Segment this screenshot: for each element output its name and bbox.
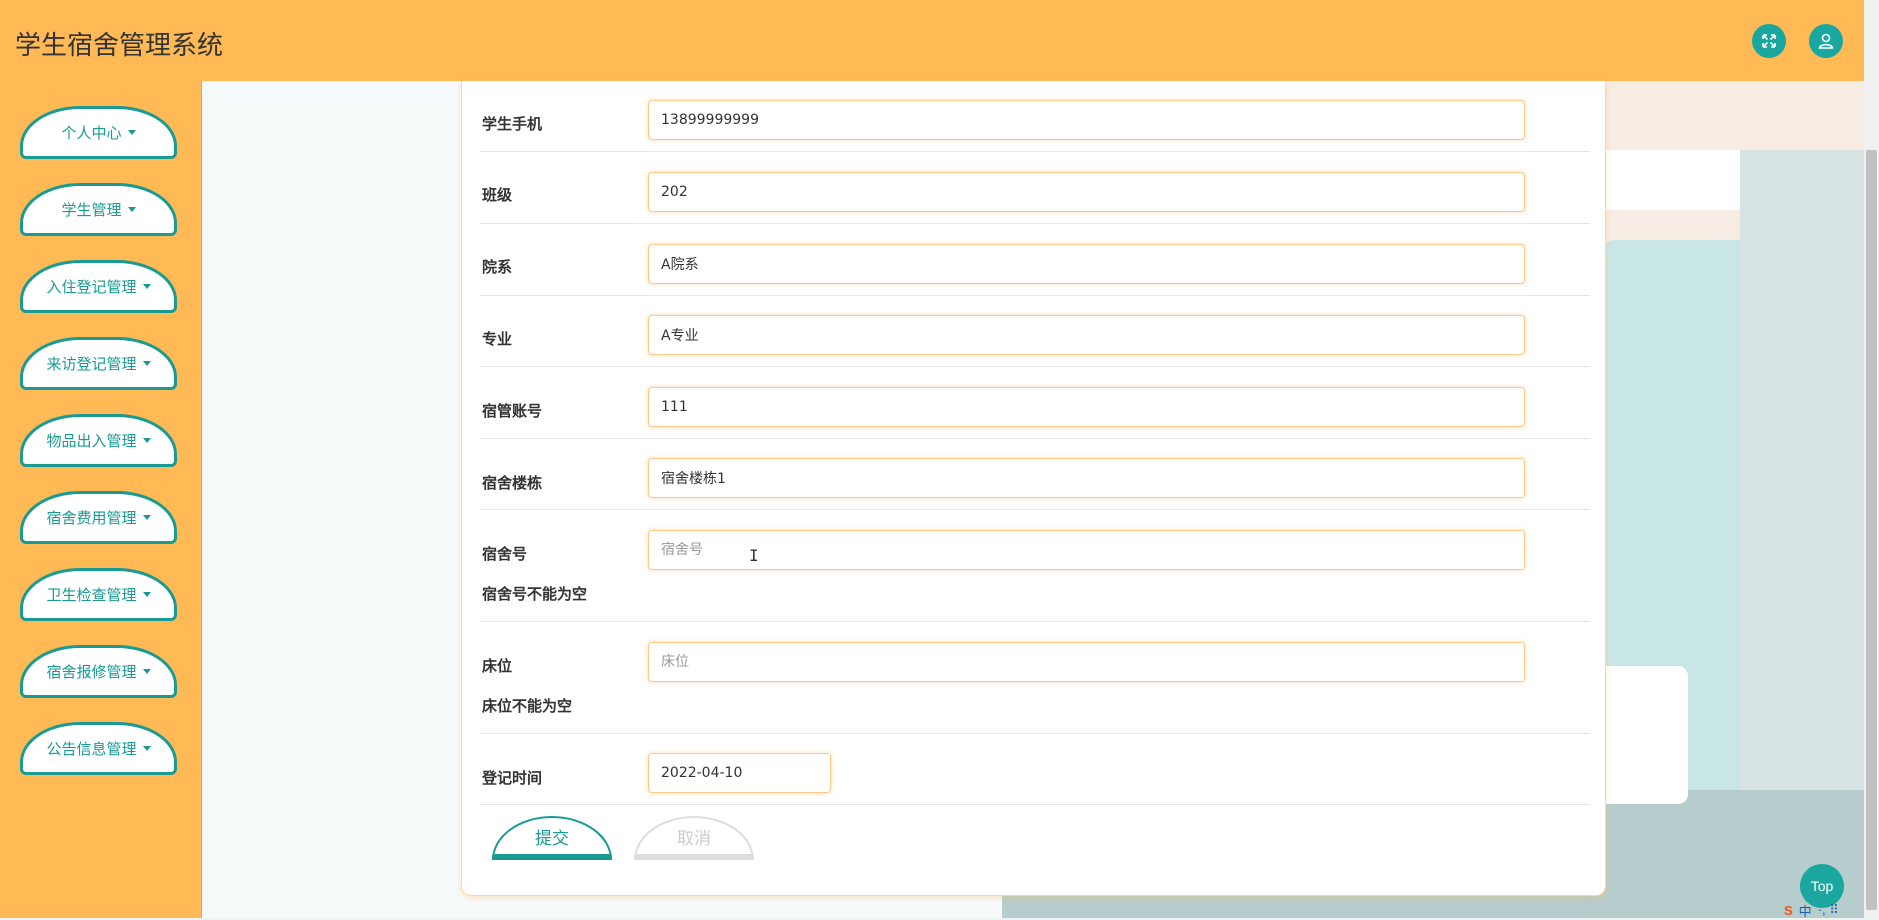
ime-extra: ·, ⠿	[1817, 902, 1839, 917]
sidebar-item-label: 宿舍费用管理	[46, 509, 137, 527]
caret-down-icon	[142, 515, 151, 520]
text-cursor-icon: I	[749, 546, 759, 565]
form-row-class: 班级	[480, 151, 1590, 224]
caret-down-icon	[127, 130, 136, 135]
sidebar-item-repairs[interactable]: 宿舍报修管理	[20, 645, 177, 698]
bed-label: 床位	[482, 657, 513, 675]
phone-label: 学生手机	[482, 115, 543, 133]
department-label: 院系	[482, 258, 513, 276]
class-input[interactable]	[648, 172, 1525, 212]
app-header: 学生宿舍管理系统	[0, 0, 1864, 81]
caret-down-icon	[142, 361, 151, 366]
app-title: 学生宿舍管理系统	[15, 31, 224, 61]
department-input[interactable]	[648, 244, 1525, 284]
sidebar: 个人中心 学生管理 入住登记管理 来访登记管理 物品出入管理 宿舍费用管理 卫生…	[0, 81, 202, 918]
bed-error-message: 床位不能为空	[482, 697, 573, 715]
ime-logo-icon: S	[1784, 902, 1793, 918]
manager-label: 宿管账号	[482, 402, 543, 420]
sidebar-item-students[interactable]: 学生管理	[20, 183, 177, 236]
sidebar-item-label: 物品出入管理	[46, 432, 137, 450]
background-shelf	[1600, 150, 1740, 210]
form-row-department: 院系	[480, 223, 1590, 296]
major-label: 专业	[482, 330, 513, 348]
sidebar-item-label: 卫生检查管理	[46, 586, 137, 604]
room-input[interactable]	[648, 530, 1525, 570]
form-row-phone: 学生手机	[480, 81, 1590, 152]
caret-down-icon	[142, 746, 151, 751]
sidebar-item-label: 个人中心	[61, 124, 122, 142]
sidebar-item-label: 学生管理	[61, 201, 122, 219]
scrollbar-thumb[interactable]	[1866, 150, 1877, 910]
background-card	[1600, 666, 1688, 804]
form-row-room: 宿舍号 宿舍号不能为空	[480, 509, 1590, 622]
room-label: 宿舍号	[482, 545, 528, 563]
major-input[interactable]	[648, 315, 1525, 355]
fullscreen-icon	[1762, 34, 1776, 48]
user-icon	[1818, 33, 1834, 49]
form-row-date: 登记时间	[480, 733, 1590, 805]
vertical-scrollbar[interactable]	[1864, 0, 1879, 918]
sidebar-item-label: 入住登记管理	[46, 278, 137, 296]
caret-down-icon	[142, 284, 151, 289]
caret-down-icon	[142, 592, 151, 597]
sidebar-item-items[interactable]: 物品出入管理	[20, 414, 177, 467]
form-row-building: 宿舍楼栋	[480, 438, 1590, 510]
caret-down-icon	[142, 669, 151, 674]
form-row-bed: 床位 床位不能为空	[480, 621, 1590, 734]
caret-down-icon	[142, 438, 151, 443]
user-button[interactable]	[1809, 24, 1843, 58]
room-error-message: 宿舍号不能为空	[482, 585, 588, 603]
date-label: 登记时间	[482, 769, 543, 787]
building-label: 宿舍楼栋	[482, 474, 543, 492]
manager-input[interactable]	[648, 387, 1525, 427]
bed-input[interactable]	[648, 642, 1525, 682]
ime-mode: 中	[1798, 903, 1812, 919]
form-card: 学生手机 班级 院系 专业 宿管账号 宿舍楼栋 宿舍号 宿舍号不能为空 床位 床…	[461, 81, 1606, 896]
form-row-manager: 宿管账号	[480, 366, 1590, 439]
sidebar-item-hygiene[interactable]: 卫生检查管理	[20, 568, 177, 621]
sidebar-item-checkin[interactable]: 入住登记管理	[20, 260, 177, 313]
form-row-major: 专业	[480, 295, 1590, 367]
sidebar-item-personal-center[interactable]: 个人中心	[20, 106, 177, 159]
date-input[interactable]	[648, 753, 831, 793]
sidebar-item-notices[interactable]: 公告信息管理	[20, 722, 177, 775]
ime-indicator: S 中 ·, ⠿	[1784, 902, 1839, 919]
phone-input[interactable]	[648, 100, 1525, 140]
caret-down-icon	[127, 207, 136, 212]
building-input[interactable]	[648, 458, 1525, 498]
sidebar-item-fees[interactable]: 宿舍费用管理	[20, 491, 177, 544]
class-label: 班级	[482, 186, 513, 204]
fullscreen-button[interactable]	[1752, 24, 1786, 58]
sidebar-item-visitors[interactable]: 来访登记管理	[20, 337, 177, 390]
sidebar-item-label: 来访登记管理	[46, 355, 137, 373]
sidebar-item-label: 宿舍报修管理	[46, 663, 137, 681]
sidebar-item-label: 公告信息管理	[46, 740, 137, 758]
